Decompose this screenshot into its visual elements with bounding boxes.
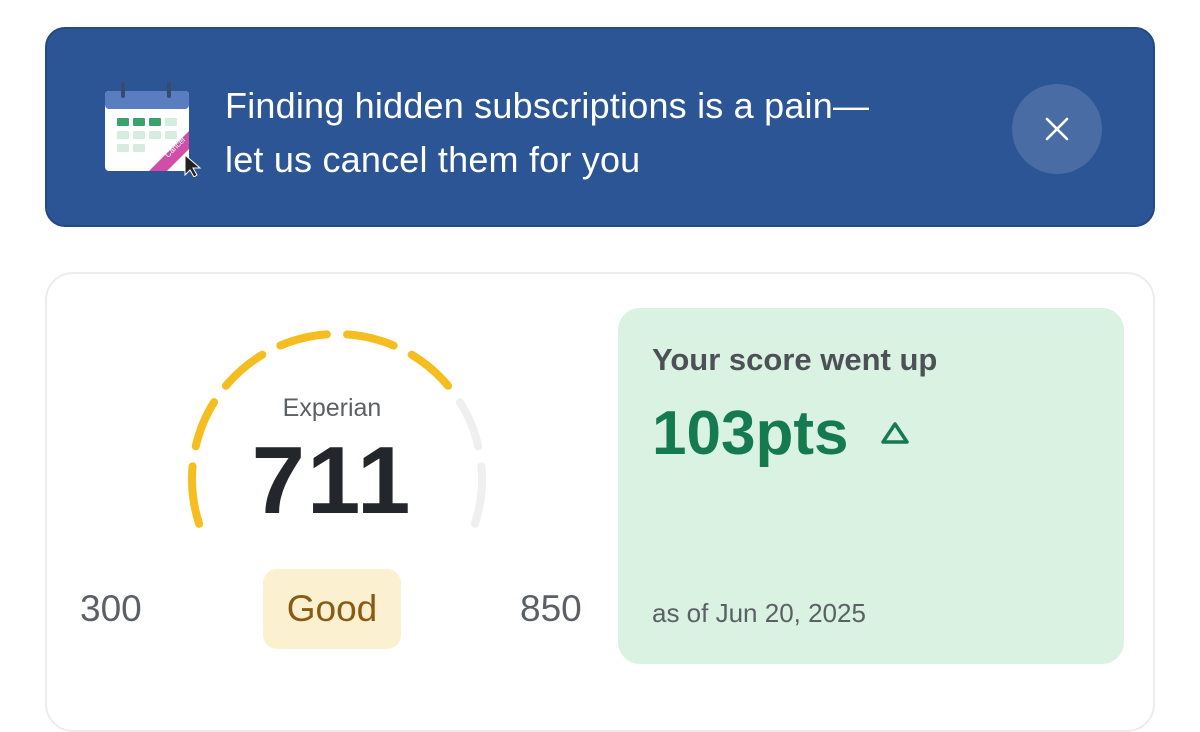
score-range-min: 300 xyxy=(80,588,142,629)
close-icon xyxy=(1045,117,1069,141)
subscription-cancel-banner[interactable]: Cancel Finding hidden subscriptions is a… xyxy=(45,27,1155,227)
banner-message-line2: let us cancel them for you xyxy=(225,139,641,180)
score-change-value: 103pts xyxy=(652,399,849,468)
banner-message: Finding hidden subscriptions is a pain— … xyxy=(225,79,869,187)
triangle-up-icon xyxy=(881,422,909,444)
banner-message-line1: Finding hidden subscriptions is a pain— xyxy=(225,85,870,126)
score-as-of-date: as of Jun 20, 2025 xyxy=(652,598,866,628)
gauge-segment xyxy=(343,330,398,350)
gauge-segment xyxy=(276,330,331,350)
credit-score-value: 711 xyxy=(251,427,413,534)
gauge-segment xyxy=(221,350,267,390)
close-button[interactable] xyxy=(1012,84,1102,174)
credit-score-card[interactable]: Experian 711 300 Good 850 Your score wen… xyxy=(45,272,1155,732)
score-change-title: Your score went up xyxy=(652,342,938,377)
calendar-cancel-icon: Cancel xyxy=(105,82,202,177)
gauge-segment xyxy=(407,350,453,390)
score-change-panel[interactable]: Your score went up 103pts as of Jun 20, … xyxy=(618,308,1124,664)
score-range-max: 850 xyxy=(520,588,582,629)
credit-bureau-label: Experian xyxy=(282,394,382,422)
score-rating-badge: Good xyxy=(263,569,401,649)
